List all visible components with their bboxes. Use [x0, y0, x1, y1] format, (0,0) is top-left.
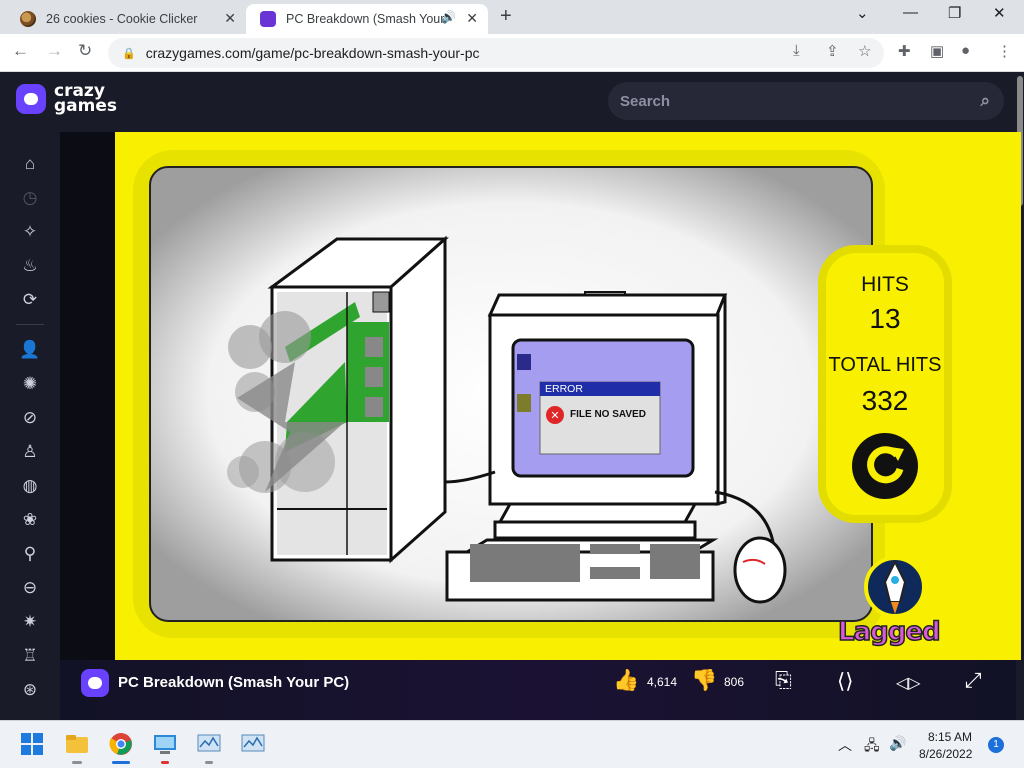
site-header: crazy games Search ⌕ — [0, 72, 1016, 132]
car-icon[interactable]: ⊖ — [18, 578, 42, 600]
lagged-logo[interactable]: Lagged — [837, 616, 941, 648]
lock-icon[interactable]: 🔒 — [122, 47, 136, 60]
report-icon[interactable]: ⎘ — [775, 669, 792, 693]
thumbs-up-icon[interactable]: 👍 — [613, 669, 639, 693]
new-tab-button[interactable]: + — [500, 5, 512, 28]
volume-icon[interactable]: 🔊 — [889, 735, 906, 752]
close-tab-icon[interactable]: ✕ — [466, 10, 478, 27]
app-indicator-active — [112, 761, 130, 764]
recent-icon[interactable]: ◷ — [18, 188, 42, 210]
dislikes-count: 806 — [724, 675, 745, 689]
clicker-icon[interactable]: ❀ — [18, 510, 42, 532]
close-tab-icon[interactable]: ✕ — [224, 10, 236, 27]
app-indicator — [161, 761, 169, 764]
minimize-button[interactable]: — — [903, 4, 918, 21]
share-icon[interactable]: ⟨⟩ — [837, 669, 853, 694]
fullscreen-icon[interactable]: ⤢ — [965, 669, 982, 693]
sidebar-divider — [16, 324, 44, 325]
browser-toolbar: ← → ↻ 🔒 crazygames.com/game/pc-breakdown… — [0, 34, 1024, 72]
search-placeholder: Search — [620, 92, 671, 110]
game-container: ✕ ERROR FILE NO SAVED HITS 13 TOTAL HITS… — [60, 132, 1021, 660]
windows-taskbar: ︿ 🖧 🔊 8:15 AM 8/26/2022 1 — [0, 720, 1024, 768]
restart-icon — [867, 446, 904, 484]
install-icon[interactable]: ⤓ — [793, 42, 800, 59]
file-explorer-icon[interactable] — [65, 732, 89, 756]
chevron-up-icon[interactable]: ︿ — [838, 735, 852, 755]
app-indicator — [72, 761, 82, 764]
sidebar: ⌂ ◷ ✧ ♨ ⟳ 👤 ✺ ⊘ ♙ ◍ ❀ ⚲ ⊖ ✷ ♖ ⊛ — [0, 132, 60, 720]
keyboard — [445, 538, 719, 602]
io-icon[interactable]: ♖ — [18, 646, 42, 668]
trending-icon[interactable]: ♨ — [18, 256, 42, 278]
error-dialog-title: ERROR — [545, 383, 583, 395]
bike-icon[interactable]: ⚲ — [18, 544, 42, 566]
shooting-icon[interactable]: ✷ — [18, 612, 42, 634]
tab-title: 26 cookies - Cookie Clicker — [46, 12, 198, 26]
address-bar[interactable]: 🔒 crazygames.com/game/pc-breakdown-smash… — [108, 38, 884, 68]
crazygames-logo-icon — [16, 84, 46, 114]
close-window-button[interactable]: ✕ — [993, 4, 1006, 22]
thumbs-down-icon[interactable]: 👎 — [691, 669, 717, 693]
error-dialog-message: FILE NO SAVED — [570, 409, 646, 420]
share-icon[interactable]: ⇪ — [826, 42, 839, 60]
tab-title: PC Breakdown (Smash Your — [286, 12, 445, 26]
svg-text:✕: ✕ — [550, 410, 559, 422]
audio-playing-icon[interactable]: 🔊 — [441, 10, 456, 24]
monitor-app-icon[interactable] — [197, 732, 221, 756]
url-text[interactable]: crazygames.com/game/pc-breakdown-smash-y… — [146, 45, 480, 61]
browser-tab-bar: 26 cookies - Cookie Clicker ✕ PC Breakdo… — [0, 0, 1024, 34]
hits-label: HITS — [861, 273, 909, 296]
crazygames-small-logo-icon — [81, 669, 109, 697]
hits-panel: HITS 13 TOTAL HITS 332 — [818, 245, 952, 523]
tab-search-icon[interactable]: ⌄ — [856, 4, 869, 22]
app-indicator — [205, 761, 213, 764]
updated-icon[interactable]: ⟳ — [18, 290, 42, 312]
logo-text: crazy games — [54, 83, 118, 116]
cookie-favicon-icon — [20, 11, 36, 27]
restart-button[interactable] — [852, 433, 918, 499]
windows-start-icon[interactable] — [20, 732, 44, 756]
clock-date[interactable]: 8/26/2022 — [919, 747, 972, 761]
crazygames-favicon-icon — [260, 11, 276, 27]
multiplayer-icon[interactable]: 👤 — [18, 340, 42, 362]
casual-icon[interactable]: ♙ — [18, 442, 42, 464]
game-bar: PC Breakdown (Smash Your PC) 👍 4,614 👎 8… — [60, 660, 1016, 720]
network-icon[interactable]: 🖧 — [864, 735, 880, 759]
theater-mode-icon[interactable]: ◁▷ — [896, 673, 921, 693]
sports-icon[interactable]: ◍ — [18, 476, 42, 498]
home-icon[interactable]: ⌂ — [18, 154, 42, 176]
tab-pc-breakdown[interactable]: PC Breakdown (Smash Your 🔊 ✕ — [246, 4, 488, 34]
notification-badge[interactable]: 1 — [988, 737, 1004, 753]
reload-button[interactable]: ↻ — [78, 41, 92, 61]
search-input[interactable]: Search ⌕ — [608, 82, 1004, 120]
forward-button[interactable]: → — [46, 41, 63, 61]
action-icon[interactable]: ✺ — [18, 374, 42, 396]
total-hits-label: TOTAL HITS — [828, 354, 942, 376]
crazygames-logo[interactable]: crazy games — [16, 83, 118, 116]
adventure-icon[interactable]: ⊘ — [18, 408, 42, 430]
extensions-icon[interactable]: ✚ — [898, 42, 911, 60]
game-canvas[interactable]: ✕ ERROR FILE NO SAVED HITS 13 TOTAL HITS… — [115, 132, 1021, 660]
chrome-icon[interactable] — [109, 732, 133, 756]
remote-desktop-icon[interactable] — [153, 732, 177, 756]
logo-line-2: games — [54, 96, 118, 116]
bookmark-star-icon[interactable]: ☆ — [858, 42, 871, 60]
side-panel-icon[interactable]: ▣ — [930, 42, 944, 60]
clock-time[interactable]: 8:15 AM — [928, 730, 972, 744]
monitor-app-2-icon[interactable] — [241, 732, 265, 756]
likes-count: 4,614 — [647, 675, 678, 689]
profile-icon[interactable]: ● — [961, 42, 970, 59]
total-hits-value: 332 — [861, 385, 909, 416]
hits-value: 13 — [869, 303, 901, 334]
game-title: PC Breakdown (Smash Your PC) — [118, 674, 350, 691]
maximize-button[interactable]: ❐ — [948, 4, 961, 22]
search-icon[interactable]: ⌕ — [980, 91, 990, 111]
menu-icon[interactable]: ⋮ — [997, 42, 1012, 60]
new-icon[interactable]: ✧ — [18, 222, 42, 244]
back-button[interactable]: ← — [12, 41, 29, 61]
tab-cookie-clicker[interactable]: 26 cookies - Cookie Clicker ✕ — [6, 4, 246, 34]
driving-icon[interactable]: ⊛ — [18, 680, 42, 702]
